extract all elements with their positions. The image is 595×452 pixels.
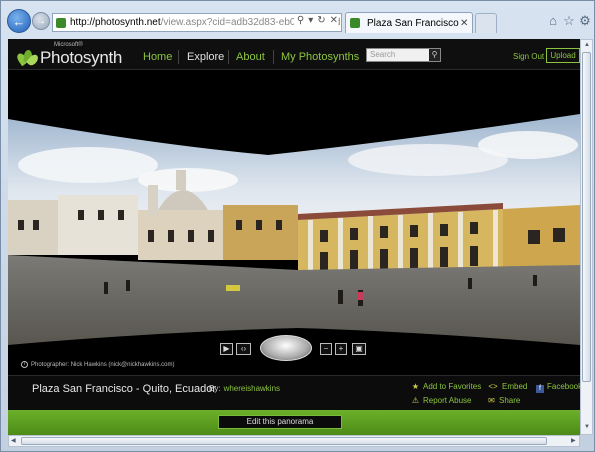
star-icon: ★	[411, 382, 420, 391]
warning-icon: ⚠	[411, 396, 420, 405]
embed-link[interactable]: <> Embed	[487, 382, 527, 391]
tab-favicon-icon	[350, 18, 360, 28]
close-tab-icon[interactable]: ✕	[460, 18, 472, 29]
facebook-icon: f	[536, 385, 544, 393]
pan-left-right-icon[interactable]: ‹›	[236, 343, 251, 355]
synth-info-bar: Plaza San Francisco - Quito, Ecuador By:…	[8, 375, 580, 410]
home-icon[interactable]: ⌂	[546, 14, 560, 28]
horizontal-scroll-thumb[interactable]	[21, 437, 547, 445]
nav-home[interactable]: Home	[143, 51, 172, 63]
play-icon[interactable]: ▶	[220, 343, 233, 355]
mail-icon: ✉	[488, 396, 495, 405]
add-to-favorites-link[interactable]: ★ Add to Favorites	[411, 382, 481, 391]
report-abuse-link[interactable]: ⚠ Report Abuse	[411, 396, 472, 405]
fullscreen-icon[interactable]: ▣	[352, 343, 366, 355]
refresh-icon[interactable]: ↻	[317, 15, 325, 26]
panorama-title: Plaza San Francisco - Quito, Ecuador	[32, 383, 217, 395]
upload-button[interactable]: Upload	[546, 48, 580, 63]
edit-bar: Edit this panorama	[8, 410, 580, 435]
nav-divider	[273, 50, 274, 64]
gear-icon[interactable]: ⚙	[578, 14, 592, 28]
search-icon[interactable]: ⚲	[297, 15, 304, 26]
nav-about[interactable]: About	[236, 51, 265, 63]
info-icon: i	[21, 361, 28, 368]
vertical-scrollbar[interactable]: ▲ ▼	[580, 39, 593, 435]
nav-explore[interactable]: Explore	[187, 51, 224, 63]
stop-icon[interactable]: ✕	[330, 15, 338, 26]
star-icon[interactable]: ☆	[562, 14, 576, 28]
browser-toolbar: ← → http://photosynth.net/view.aspx?cid=…	[1, 1, 595, 39]
facebook-link[interactable]: f Facebook	[536, 382, 580, 393]
photographer-credit: i Photographer: Nick Hawkins (nick@nickha…	[21, 361, 174, 368]
author-link[interactable]: whereishawkins	[224, 384, 280, 393]
nav-divider	[228, 50, 229, 64]
address-tools: ⚲ ▾ ↻ ✕	[293, 15, 338, 26]
photosynth-logo[interactable]: Microsoft® Photosynth	[15, 42, 123, 68]
site-favicon-icon	[56, 17, 66, 28]
browser-tab-active[interactable]: Plaza San Francisco - Quito, ... ✕	[345, 12, 473, 33]
scroll-down-icon: ▼	[584, 424, 590, 430]
sign-out-link[interactable]: Sign Out	[513, 52, 544, 61]
photosynth-page: Microsoft® Photosynth Home Explore About…	[8, 39, 580, 435]
vertical-scroll-thumb[interactable]	[582, 52, 591, 382]
new-tab-button[interactable]	[475, 13, 497, 33]
code-icon: <>	[488, 382, 498, 391]
address-bar[interactable]: http://photosynth.net/view.aspx?cid=adb3…	[52, 13, 342, 32]
panorama-viewer[interactable]	[8, 70, 580, 375]
author-line: By: whereishawkins	[209, 384, 281, 393]
share-link[interactable]: ✉ Share	[487, 396, 520, 405]
zoom-in-icon[interactable]: +	[335, 343, 347, 355]
horizontal-scrollbar[interactable]: ◀ ▶	[8, 435, 580, 447]
browser-window: ← → http://photosynth.net/view.aspx?cid=…	[0, 0, 595, 452]
nav-my-photosynths[interactable]: My Photosynths	[281, 51, 359, 63]
scroll-up-icon: ▲	[584, 42, 590, 48]
logo-name: Photosynth	[40, 48, 123, 67]
nav-divider	[178, 50, 179, 64]
forward-arrow-icon[interactable]: →	[32, 12, 50, 30]
site-header: Microsoft® Photosynth Home Explore About…	[8, 39, 580, 70]
address-host: http://photosynth.net	[70, 17, 161, 28]
tab-title: Plaza San Francisco - Quito, ...	[367, 17, 460, 29]
panorama-image[interactable]	[8, 70, 580, 375]
logo-microsoft-label: Microsoft®	[54, 42, 83, 48]
edit-panorama-button[interactable]: Edit this panorama	[218, 415, 342, 429]
navigation-wheel[interactable]	[260, 335, 312, 361]
dropdown-icon[interactable]: ▾	[308, 15, 313, 26]
back-arrow-icon[interactable]: ←	[7, 9, 31, 33]
photosynth-leaf-icon	[15, 48, 40, 68]
scroll-left-icon: ◀	[11, 438, 16, 444]
scroll-right-icon: ▶	[571, 438, 576, 444]
zoom-out-icon[interactable]: −	[320, 343, 332, 355]
search-button-icon[interactable]: ⚲	[429, 49, 440, 61]
